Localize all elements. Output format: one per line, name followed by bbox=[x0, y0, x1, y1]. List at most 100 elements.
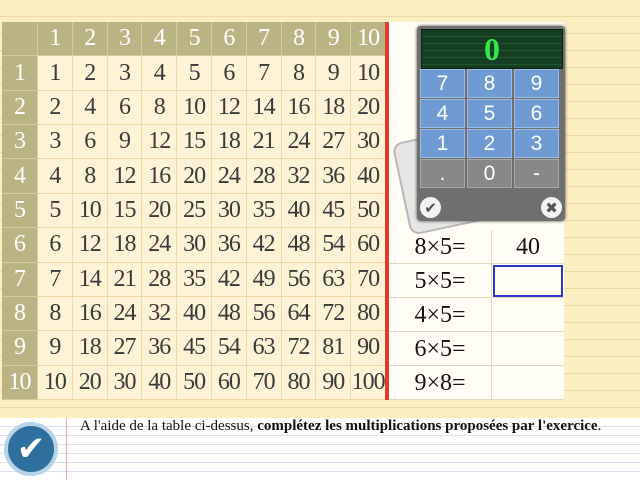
table-cell: 20 bbox=[177, 159, 212, 194]
table-cell: 56 bbox=[246, 296, 282, 332]
keypad-key[interactable]: 3 bbox=[514, 129, 559, 158]
table-cell: 21 bbox=[246, 125, 282, 160]
table-cell: 81 bbox=[316, 331, 352, 366]
table-cell: 18 bbox=[107, 228, 143, 263]
keypad-key[interactable]: 0 bbox=[467, 159, 512, 188]
question-row: 4×5= bbox=[389, 298, 564, 332]
table-cell: 50 bbox=[177, 365, 212, 400]
table-cell: 2 bbox=[38, 90, 73, 126]
table-cell: 24 bbox=[281, 125, 317, 160]
table-cell: 6 bbox=[72, 125, 108, 160]
table-cell: 18 bbox=[211, 125, 247, 160]
question-expression: 5×5= bbox=[389, 264, 492, 298]
table-cell: 100 bbox=[351, 365, 386, 400]
answer-field[interactable]: 40 bbox=[492, 230, 564, 264]
keypad-key[interactable]: 4 bbox=[420, 99, 465, 128]
table-cell: 30 bbox=[351, 125, 386, 160]
table-cell: 12 bbox=[72, 228, 108, 263]
table-cell: 2 bbox=[72, 56, 108, 91]
question-row: 6×5= bbox=[389, 332, 564, 366]
keypad-key[interactable]: 2 bbox=[467, 129, 512, 158]
table-cell: 48 bbox=[281, 228, 317, 263]
table-cell: 1 bbox=[38, 56, 73, 91]
table-cell: 6 bbox=[38, 228, 73, 263]
table-cell: 6 bbox=[107, 90, 143, 126]
question-expression: 8×5= bbox=[389, 230, 492, 264]
table-cell: 20 bbox=[351, 90, 386, 126]
table-cell: 9 bbox=[38, 331, 73, 366]
row-header: 1 bbox=[2, 56, 38, 91]
instruction-prefix: A l'aide de la table ci-dessus, bbox=[80, 418, 258, 434]
keypad-display: 0 bbox=[421, 29, 563, 69]
table-cell: 35 bbox=[177, 262, 212, 297]
table-cell: 45 bbox=[177, 331, 212, 366]
table-cell: 14 bbox=[72, 262, 108, 297]
table-cell: 7 bbox=[38, 262, 73, 297]
answer-field[interactable] bbox=[492, 332, 564, 366]
keypad-key[interactable]: - bbox=[514, 159, 559, 188]
keypad: 0 789456123.0- ✔ ✖ bbox=[417, 26, 565, 221]
table-cell: 4 bbox=[72, 90, 108, 126]
table-cell: 42 bbox=[246, 228, 282, 263]
close-circle-icon[interactable]: ✖ bbox=[541, 197, 562, 218]
answer-field[interactable] bbox=[492, 366, 564, 400]
table-cell: 9 bbox=[107, 125, 143, 160]
table-cell: 12 bbox=[142, 125, 178, 160]
keypad-key[interactable]: 8 bbox=[467, 69, 512, 98]
answer-field[interactable] bbox=[492, 298, 564, 332]
table-cell: 15 bbox=[177, 125, 212, 160]
keypad-key[interactable]: 9 bbox=[514, 69, 559, 98]
table-cell: 24 bbox=[211, 159, 247, 194]
row-header: 7 bbox=[2, 262, 38, 297]
row-header: 3 bbox=[2, 125, 38, 160]
keypad-key[interactable]: . bbox=[420, 159, 465, 188]
keypad-key[interactable]: 6 bbox=[514, 99, 559, 128]
keypad-key[interactable]: 7 bbox=[420, 69, 465, 98]
table-cell: 48 bbox=[211, 296, 247, 332]
keypad-key[interactable]: 1 bbox=[420, 129, 465, 158]
table-cell: 4 bbox=[38, 159, 73, 194]
table-cell: 8 bbox=[38, 296, 73, 332]
row-header: 4 bbox=[2, 159, 38, 194]
table-cell: 90 bbox=[316, 365, 352, 400]
column-header: 10 bbox=[351, 22, 386, 57]
table-cell: 10 bbox=[72, 193, 108, 229]
row-header: 2 bbox=[2, 90, 38, 126]
table-cell: 63 bbox=[316, 262, 352, 297]
table-cell: 56 bbox=[281, 262, 317, 297]
check-circle-icon[interactable]: ✔ bbox=[420, 197, 441, 218]
column-header: 9 bbox=[316, 22, 352, 57]
table-cell: 30 bbox=[107, 365, 143, 400]
table-cell: 40 bbox=[351, 159, 386, 194]
table-cell: 35 bbox=[246, 193, 282, 229]
table-cell: 6 bbox=[211, 56, 247, 91]
table-cell: 80 bbox=[351, 296, 386, 332]
table-cell: 18 bbox=[72, 331, 108, 366]
table-cell: 25 bbox=[177, 193, 212, 229]
table-cell: 5 bbox=[38, 193, 73, 229]
table-cell: 50 bbox=[351, 193, 386, 229]
validate-button[interactable]: ✔ bbox=[4, 422, 58, 476]
table-cell: 30 bbox=[177, 228, 212, 263]
table-cell: 3 bbox=[107, 56, 143, 91]
row-header: 6 bbox=[2, 228, 38, 263]
keypad-key[interactable]: 5 bbox=[467, 99, 512, 128]
table-cell: 45 bbox=[316, 193, 352, 229]
table-cell: 15 bbox=[107, 193, 143, 229]
table-cell: 18 bbox=[316, 90, 352, 126]
table-corner bbox=[2, 22, 38, 57]
question-row: 9×8= bbox=[389, 366, 564, 400]
table-cell: 9 bbox=[316, 56, 352, 91]
table-cell: 14 bbox=[246, 90, 282, 126]
instruction-suffix: . bbox=[597, 418, 602, 434]
column-header: 3 bbox=[107, 22, 143, 57]
table-cell: 70 bbox=[351, 262, 386, 297]
table-cell: 5 bbox=[177, 56, 212, 91]
table-cell: 7 bbox=[246, 56, 282, 91]
row-header: 5 bbox=[2, 193, 38, 229]
table-cell: 10 bbox=[38, 365, 73, 400]
question-expression: 4×5= bbox=[389, 298, 492, 332]
answer-field[interactable] bbox=[492, 264, 564, 298]
row-header: 8 bbox=[2, 296, 38, 332]
table-cell: 30 bbox=[211, 193, 247, 229]
